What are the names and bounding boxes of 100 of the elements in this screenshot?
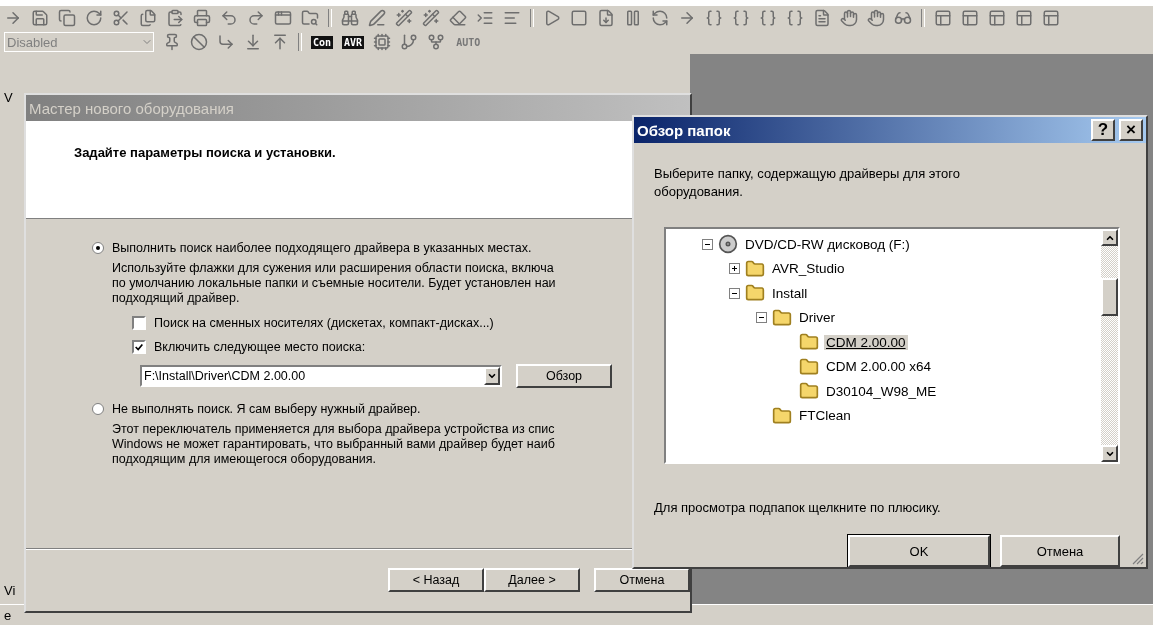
status-text: e	[3, 607, 12, 623]
folder-icon	[744, 283, 766, 304]
branch-icon[interactable]	[400, 33, 419, 51]
play-icon[interactable]	[543, 9, 561, 27]
wizard-button[interactable]: Далее >	[484, 568, 580, 592]
folder-search-icon[interactable]	[301, 9, 319, 27]
windows-icon[interactable]	[58, 9, 76, 27]
window-icon[interactable]	[934, 9, 952, 27]
tree-item[interactable]: AVR_Studio	[770, 261, 847, 277]
location-combo[interactable]: F:\Install\Driver\CDM 2.00.00	[140, 365, 502, 387]
copy-icon[interactable]	[139, 9, 157, 27]
folder-icon	[771, 405, 793, 426]
outdent-icon[interactable]	[503, 9, 521, 27]
braces-icon[interactable]	[759, 9, 777, 27]
document-icon[interactable]	[597, 9, 615, 27]
tree-item[interactable]: D30104_W98_ME	[824, 383, 939, 399]
resize-grip-icon[interactable]	[1132, 553, 1144, 565]
checkbox[interactable]	[132, 340, 146, 354]
glasses-icon[interactable]	[894, 9, 912, 27]
pen-icon[interactable]	[368, 9, 386, 27]
hand-icon[interactable]	[867, 9, 885, 27]
pin-icon[interactable]	[163, 33, 181, 51]
scroll-up-button[interactable]	[1101, 229, 1118, 246]
checkbox-label: Поиск на сменных носителях (дискетах, компакт-дисках...)	[154, 316, 494, 330]
paste-icon[interactable]	[166, 9, 184, 27]
binoculars-icon[interactable]	[341, 9, 359, 27]
collapse-icon[interactable]	[702, 238, 713, 250]
scroll-thumb[interactable]	[1101, 278, 1118, 316]
hint-text: Для просмотра подпапок щелкните по плюсику.	[653, 499, 942, 515]
cut-icon[interactable]	[112, 9, 130, 27]
check-mark-icon	[134, 341, 144, 353]
description-text: подходящий драйвер.	[112, 291, 241, 306]
dropdown-button[interactable]	[484, 367, 500, 385]
tree-item[interactable]: FTClean	[797, 408, 853, 424]
collapse-icon[interactable]	[729, 287, 740, 299]
tree-item[interactable]: Install	[770, 285, 810, 301]
down-to-line-icon[interactable]	[244, 33, 262, 51]
braces-icon[interactable]	[705, 9, 723, 27]
tree-item[interactable]: CDM 2.00.00 x64	[824, 359, 934, 375]
folder-icon	[798, 381, 820, 402]
tree-item[interactable]: Driver	[797, 310, 837, 326]
toolbar-text-button[interactable]: Con	[311, 35, 334, 49]
description-text: Используйте флажки для сужения или расширения области поиска, включа	[112, 261, 555, 276]
chip-icon[interactable]	[373, 33, 392, 51]
tree-item[interactable]: DVD/CD-RW дисковод (F:)	[743, 236, 912, 252]
print-icon[interactable]	[193, 9, 211, 27]
option-label: Не выполнять поиск. Я сам выберу нужный драйвер.	[112, 402, 421, 416]
window-icon[interactable]	[1042, 9, 1060, 27]
pane-label: V	[3, 90, 14, 105]
reset-icon[interactable]	[651, 9, 669, 27]
pause-icon[interactable]	[624, 9, 642, 27]
braces-icon[interactable]	[732, 9, 750, 27]
toolbar-text-button[interactable]: AVR	[342, 35, 365, 49]
wand-icon[interactable]	[422, 9, 440, 27]
wand-icon[interactable]	[395, 9, 413, 27]
wizard-button[interactable]: < Назад	[388, 568, 484, 592]
help-button[interactable]: ?	[1091, 119, 1115, 141]
dialog-button[interactable]: Отмена	[1000, 535, 1120, 567]
option-label: Выполнить поиск наиболее подходящего драйвера в указанных местах.	[112, 241, 532, 255]
indent-icon[interactable]	[476, 9, 494, 27]
undo-icon[interactable]	[220, 9, 238, 27]
wizard-button[interactable]: Отмена	[594, 568, 690, 592]
redo-icon[interactable]	[247, 9, 265, 27]
prompt-text: Выберите папку, содержащую драйверы для этого оборудования.	[653, 165, 961, 201]
window-icon[interactable]	[988, 9, 1006, 27]
step-icon[interactable]	[217, 33, 235, 51]
radio-button[interactable]	[92, 403, 104, 415]
tree-item[interactable]: CDM 2.00.00	[824, 334, 908, 350]
folder-icon	[744, 258, 766, 279]
reload-icon[interactable]	[85, 9, 103, 27]
folder-icon	[798, 356, 820, 377]
close-button[interactable]: ×	[1119, 119, 1143, 141]
radio-button[interactable]	[92, 242, 104, 254]
pane-label: Vi	[3, 583, 17, 598]
dialog-button[interactable]: OK	[848, 535, 990, 567]
stop-icon[interactable]	[570, 9, 588, 27]
arrow-icon[interactable]	[4, 9, 22, 27]
scrollbar[interactable]	[1101, 229, 1118, 462]
windows-icon[interactable]	[274, 9, 292, 27]
save-icon[interactable]	[31, 9, 49, 27]
dialog-title: Обзор папок	[637, 121, 732, 139]
expand-icon[interactable]	[729, 263, 740, 275]
checkbox[interactable]	[132, 316, 146, 330]
caret-icon	[487, 371, 497, 381]
window-icon[interactable]	[1015, 9, 1033, 27]
braces-icon[interactable]	[786, 9, 804, 27]
window-icon[interactable]	[961, 9, 979, 27]
up-to-line-icon[interactable]	[271, 33, 289, 51]
scroll-down-button[interactable]	[1101, 445, 1118, 462]
eraser-icon[interactable]	[449, 9, 467, 27]
checkbox-label: Включить следующее место поиска:	[154, 340, 366, 354]
arrow-icon[interactable]	[678, 9, 696, 27]
collapse-icon[interactable]	[756, 312, 767, 324]
browse-button[interactable]: Обзор	[516, 364, 612, 388]
window-title: Мастер нового оборудования	[29, 99, 235, 117]
folder-icon	[771, 307, 793, 328]
fork-icon[interactable]	[427, 33, 446, 51]
hand-icon[interactable]	[840, 9, 858, 27]
document-icon[interactable]	[813, 9, 831, 27]
description-text: подходящим для имеющегося оборудования.	[112, 452, 377, 467]
